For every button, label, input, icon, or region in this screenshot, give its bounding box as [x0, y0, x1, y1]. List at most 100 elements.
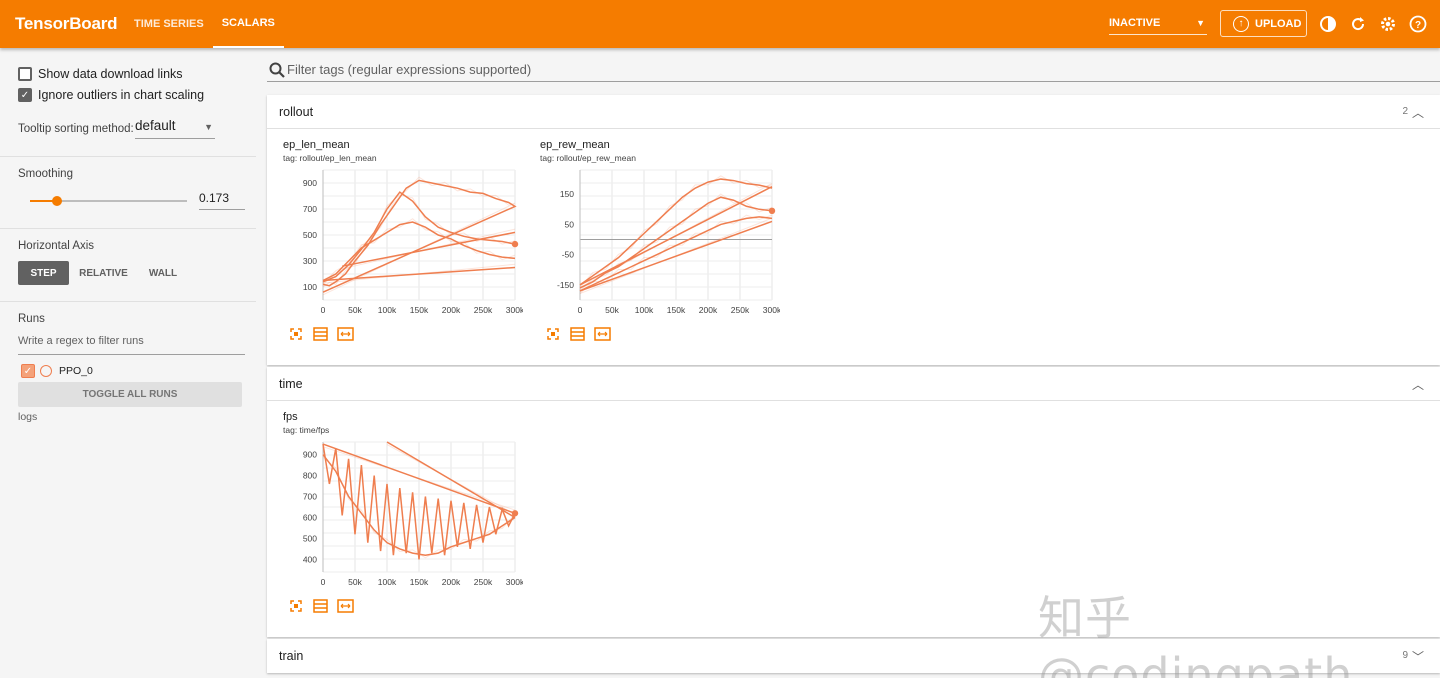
upload-label: UPLOAD [1255, 17, 1302, 30]
show-download-links-label: Show data download links [38, 67, 183, 81]
axis-relative-button[interactable]: RELATIVE [76, 261, 131, 285]
divider [0, 156, 256, 157]
category-header[interactable]: time ︿ [267, 367, 1440, 401]
chart-tag: tag: time/fps [283, 425, 330, 435]
y-tick-label: 600 [303, 512, 317, 522]
tab-time-series[interactable]: TIME SERIES [125, 0, 213, 48]
tag-filter-input[interactable]: Filter tags (regular expressions support… [287, 62, 531, 77]
chevron-up-icon[interactable]: ︿ [1412, 376, 1424, 393]
tooltip-sorting-select[interactable]: default ▼ [135, 118, 215, 139]
checkbox-checked[interactable]: ✓ [18, 88, 32, 102]
category-name: time [279, 376, 303, 391]
svg-text:?: ? [1415, 20, 1421, 31]
x-tick-label: 300k [506, 305, 523, 315]
y-tick-label: -150 [557, 280, 574, 290]
run-checkbox[interactable]: ✓ [21, 364, 35, 378]
category-name: rollout [279, 104, 314, 119]
help-icon[interactable]: ? [1408, 14, 1428, 34]
x-tick-label: 250k [474, 577, 493, 587]
caret-down-icon: ▼ [1196, 18, 1205, 28]
ignore-outliers-option[interactable]: ✓ Ignore outliers in chart scaling [18, 88, 204, 102]
x-tick-label: 50k [348, 577, 362, 587]
slider-thumb[interactable] [52, 196, 63, 206]
divider [0, 228, 256, 229]
run-item[interactable]: ✓ PPO_0 [21, 364, 93, 378]
plugin-select-value: INACTIVE [1109, 17, 1161, 29]
y-tick-label: 900 [303, 450, 317, 460]
x-tick-label: 0 [321, 305, 326, 315]
upload-button[interactable]: ↑ UPLOAD [1220, 10, 1307, 37]
toggle-all-runs-button[interactable]: TOGGLE ALL RUNS [18, 382, 242, 407]
tooltip-sorting-value: default [135, 118, 176, 133]
smoothing-value-input[interactable]: 0.173 [199, 191, 245, 210]
settings-icon[interactable] [1378, 14, 1398, 34]
fit-domain-icon[interactable] [337, 326, 354, 341]
log-directory: logs [18, 411, 38, 423]
contrast-icon[interactable] [1318, 14, 1338, 34]
chevron-up-icon[interactable]: ︿ [1412, 104, 1424, 121]
y-tick-label: 900 [303, 178, 317, 188]
chart-plot[interactable]: 0 50k 100k 150k 200k 250k 300k 400 500 600 700 800 9… [283, 440, 523, 595]
chart-title: ep_rew_mean [540, 139, 610, 151]
category-count: 2 [1402, 106, 1408, 117]
x-tick-label: 100k [378, 305, 397, 315]
x-tick-label: 300k [763, 305, 780, 315]
x-tick-label: 250k [731, 305, 750, 315]
fullscreen-icon[interactable] [287, 326, 304, 341]
y-tick-label: 300 [303, 256, 317, 266]
category-name: train [279, 649, 304, 663]
category-rollout: rollout 2 ︿ ep_len_mean tag: rollout/ep_… [267, 95, 1440, 365]
tab-scalars[interactable]: SCALARS [212, 0, 284, 48]
run-radio[interactable] [40, 365, 52, 377]
smoothing-slider[interactable] [30, 196, 187, 206]
fullscreen-icon[interactable] [544, 326, 561, 341]
ignore-outliers-label: Ignore outliers in chart scaling [38, 88, 205, 102]
axis-wall-button[interactable]: WALL [140, 261, 186, 285]
fullscreen-icon[interactable] [287, 598, 304, 613]
data-table-icon[interactable] [312, 326, 329, 341]
y-tick-label: 700 [303, 492, 317, 502]
chart-title: fps [283, 411, 298, 423]
refresh-icon[interactable] [1348, 14, 1368, 34]
y-tick-label: 700 [303, 204, 317, 214]
top-app-bar: TensorBoard TIME SERIES SCALARS INACTIVE… [0, 0, 1440, 48]
chart-toolbar [544, 326, 611, 341]
show-download-links-option[interactable]: Show data download links [18, 67, 183, 81]
brand-logo[interactable]: TensorBoard [15, 14, 119, 34]
tag-filter[interactable]: Filter tags (regular expressions support… [267, 58, 1440, 82]
category-header[interactable]: rollout 2 ︿ [267, 95, 1440, 129]
chart-card: fps tag: time/fps 0 50k 100k 150k 200k 250k 30… [267, 402, 523, 627]
runs-filter-input[interactable]: Write a regex to filter runs [18, 335, 245, 355]
smoothing-label: Smoothing [18, 168, 73, 180]
x-tick-label: 50k [605, 305, 619, 315]
x-tick-label: 150k [667, 305, 686, 315]
data-table-icon[interactable] [312, 598, 329, 613]
y-tick-label: 500 [303, 533, 317, 543]
y-tick-label: 800 [303, 471, 317, 481]
x-tick-label: 0 [321, 577, 326, 587]
data-table-icon[interactable] [569, 326, 586, 341]
axis-step-button[interactable]: STEP [18, 261, 69, 285]
fit-domain-icon[interactable] [337, 598, 354, 613]
horizontal-axis-label: Horizontal Axis [18, 240, 95, 252]
runs-label: Runs [18, 313, 45, 325]
plugin-select[interactable]: INACTIVE ▼ [1109, 12, 1207, 35]
fit-domain-icon[interactable] [594, 326, 611, 341]
x-tick-label: 0 [578, 305, 583, 315]
chart-plot[interactable]: 0 50k 100k 150k 200k 250k 300k 150 50 -50 -150 [540, 168, 780, 323]
sidebar: Show data download links ✓ Ignore outlie… [0, 48, 256, 678]
divider [0, 301, 256, 302]
y-tick-label: 50 [565, 219, 575, 229]
series-end-point [511, 240, 519, 248]
y-tick-label: -50 [562, 250, 575, 260]
chart-plot[interactable]: 0 50k 100k 150k 200k 250k 300k 100 300 500 700 900 [283, 168, 523, 323]
chart-tag: tag: rollout/ep_rew_mean [540, 153, 636, 163]
y-tick-label: 500 [303, 230, 317, 240]
checkbox[interactable] [18, 67, 32, 81]
chart-card: ep_rew_mean tag: rollout/ep_rew_mean 0 50… [524, 130, 780, 355]
x-tick-label: 300k [506, 577, 523, 587]
chart-tag: tag: rollout/ep_len_mean [283, 153, 377, 163]
chart-title: ep_len_mean [283, 139, 350, 151]
x-tick-label: 200k [442, 577, 461, 587]
x-tick-label: 150k [410, 577, 429, 587]
